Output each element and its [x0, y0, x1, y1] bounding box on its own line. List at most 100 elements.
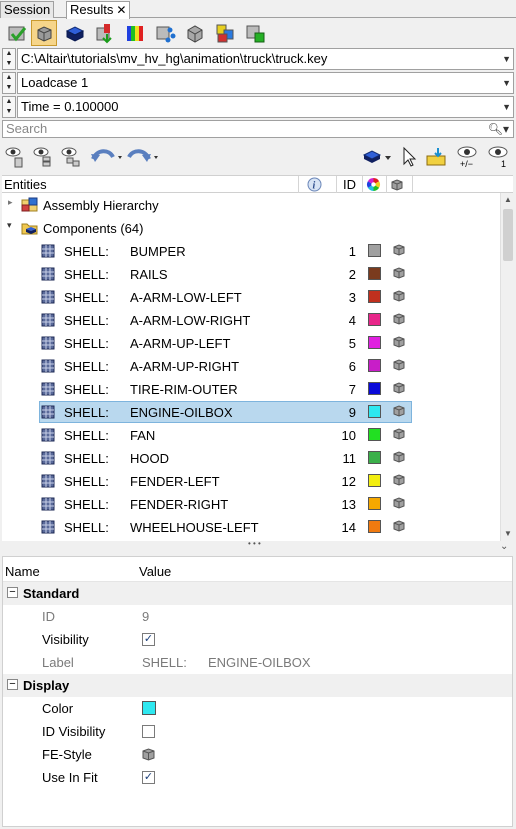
component-color-swatch[interactable]	[368, 267, 381, 280]
component-view-icon[interactable]	[31, 20, 57, 46]
component-row[interactable]: SHELL: HOOD 11	[2, 447, 500, 470]
file-path-spinner[interactable]: ▲ ▼	[2, 48, 16, 70]
search-input[interactable]: Search 🔍︎▾	[2, 120, 514, 138]
component-row[interactable]: SHELL: A-ARM-UP-RIGHT 6	[2, 355, 500, 378]
fe-style-icon[interactable]	[393, 336, 405, 351]
tracing-icon[interactable]	[152, 20, 178, 46]
tree-scrollbar[interactable]: ▲ ▼	[500, 193, 514, 541]
show-icon[interactable]	[2, 144, 28, 170]
component-row[interactable]: SHELL: ENGINE-OILBOX 9	[2, 401, 500, 424]
component-row[interactable]: SHELL: A-ARM-LOW-RIGHT 4	[2, 309, 500, 332]
fe-style-icon[interactable]	[393, 290, 405, 305]
component-color-swatch[interactable]	[368, 497, 381, 510]
visibility-checkbox[interactable]: ✓	[142, 633, 155, 646]
id-visibility-checkbox[interactable]	[142, 725, 155, 738]
id-column-label[interactable]: ID	[343, 176, 356, 193]
fe-style-icon[interactable]	[393, 474, 405, 489]
component-row[interactable]: SHELL: FENDER-RIGHT 13	[2, 493, 500, 516]
component-color-swatch[interactable]	[368, 451, 381, 464]
component-color-swatch[interactable]	[368, 520, 381, 533]
blue-cube-icon[interactable]	[62, 20, 88, 46]
spin-up-icon[interactable]: ▲	[3, 97, 15, 107]
collapse-icon[interactable]: −	[7, 679, 18, 690]
display-mode-icon[interactable]	[360, 144, 394, 170]
grey-cube-icon[interactable]	[182, 20, 208, 46]
spin-down-icon[interactable]: ▼	[3, 83, 15, 93]
component-color-swatch[interactable]	[368, 244, 381, 257]
value-column-header[interactable]: Value	[139, 564, 171, 579]
scrollbar-thumb[interactable]	[503, 209, 513, 261]
green-add-icon[interactable]	[242, 20, 268, 46]
component-color-swatch[interactable]	[368, 359, 381, 372]
spin-down-icon[interactable]: ▼	[3, 107, 15, 117]
component-row[interactable]: SHELL: FENDER-LEFT 12	[2, 470, 500, 493]
collapse-arrow-icon[interactable]: ▾	[7, 220, 12, 231]
search-icon[interactable]: 🔍︎▾	[488, 121, 509, 137]
component-color-swatch[interactable]	[368, 313, 381, 326]
spin-up-icon[interactable]: ▲	[3, 73, 15, 83]
component-row[interactable]: SHELL: RAILS 2	[2, 263, 500, 286]
time-select[interactable]: Time = 0.100000 ▼	[17, 96, 514, 118]
file-path-select[interactable]: C:\Altair\tutorials\mv_hv_hg\animation\t…	[17, 48, 514, 70]
expand-arrow-icon[interactable]: ▸	[8, 197, 13, 208]
component-row[interactable]: SHELL: WHEELHOUSE-LEFT 14	[2, 516, 500, 539]
fe-style-icon[interactable]	[142, 748, 155, 764]
spin-up-icon[interactable]: ▲	[3, 49, 15, 59]
visibility-toggle-icon[interactable]: +/−	[454, 144, 482, 170]
double-chevron-down-icon[interactable]: ⌄	[500, 541, 508, 552]
entities-column-label[interactable]: Entities	[4, 176, 47, 193]
group-display[interactable]: − Display	[3, 674, 512, 697]
fe-style-icon[interactable]	[393, 428, 405, 443]
apply-selection-icon[interactable]	[424, 144, 450, 170]
isolate-icon[interactable]	[58, 144, 84, 170]
color-cubes-icon[interactable]	[212, 20, 238, 46]
info-icon[interactable]: i	[307, 177, 322, 194]
fe-style-icon[interactable]	[393, 497, 405, 512]
visibility-one-icon[interactable]: 1	[485, 144, 513, 170]
tree-node-assembly[interactable]: ▸ Assembly Hierarchy	[2, 194, 500, 217]
results-browser-icon[interactable]	[4, 20, 30, 46]
name-column-header[interactable]: Name	[5, 564, 40, 579]
close-icon[interactable]: ✕	[116, 3, 126, 17]
use-in-fit-checkbox[interactable]: ✓	[142, 771, 155, 784]
pick-cursor-icon[interactable]	[396, 144, 422, 170]
fe-style-icon[interactable]	[393, 382, 405, 397]
color-wheel-icon[interactable]	[366, 177, 381, 194]
red-load-icon[interactable]	[92, 20, 118, 46]
fe-style-icon[interactable]	[393, 451, 405, 466]
tab-results[interactable]: Results ✕	[66, 1, 131, 19]
fe-style-icon[interactable]	[393, 405, 405, 420]
fe-style-icon[interactable]	[393, 359, 405, 374]
group-standard[interactable]: − Standard	[3, 582, 512, 605]
tree-node-components[interactable]: ▾ Components (64)	[2, 217, 500, 240]
panel-splitter[interactable]: • • • ⌄	[0, 539, 516, 555]
component-row[interactable]: SHELL: FAN 10	[2, 424, 500, 447]
fe-style-icon[interactable]	[393, 267, 405, 282]
contour-icon[interactable]	[122, 20, 148, 46]
loadcase-select[interactable]: Loadcase 1 ▼	[17, 72, 514, 94]
component-color-swatch[interactable]	[368, 290, 381, 303]
component-color-swatch[interactable]	[368, 405, 381, 418]
scroll-down-icon[interactable]: ▼	[501, 527, 515, 541]
fe-style-icon[interactable]	[393, 244, 405, 259]
collapse-icon[interactable]: −	[7, 587, 18, 598]
component-color-swatch[interactable]	[368, 428, 381, 441]
component-color-swatch[interactable]	[368, 336, 381, 349]
color-swatch[interactable]	[142, 701, 156, 715]
hide-icon[interactable]	[30, 144, 56, 170]
splitter-grip[interactable]: • • •	[248, 539, 261, 548]
component-row[interactable]: SHELL: TIRE-RIM-OUTER 7	[2, 378, 500, 401]
component-row[interactable]: SHELL: BUMPER 1	[2, 240, 500, 263]
fe-style-icon[interactable]	[393, 313, 405, 328]
time-spinner[interactable]: ▲ ▼	[2, 96, 16, 118]
chevron-down-icon[interactable]: ▼	[502, 49, 511, 69]
redo-icon[interactable]	[124, 144, 160, 170]
scroll-up-icon[interactable]: ▲	[501, 193, 515, 207]
spin-down-icon[interactable]: ▼	[3, 59, 15, 69]
component-row[interactable]: SHELL: A-ARM-UP-LEFT 5	[2, 332, 500, 355]
component-color-swatch[interactable]	[368, 382, 381, 395]
chevron-down-icon[interactable]: ▼	[502, 73, 511, 93]
fe-style-icon[interactable]	[393, 520, 405, 535]
undo-icon[interactable]	[88, 144, 124, 170]
tab-session[interactable]: Session	[0, 1, 55, 18]
